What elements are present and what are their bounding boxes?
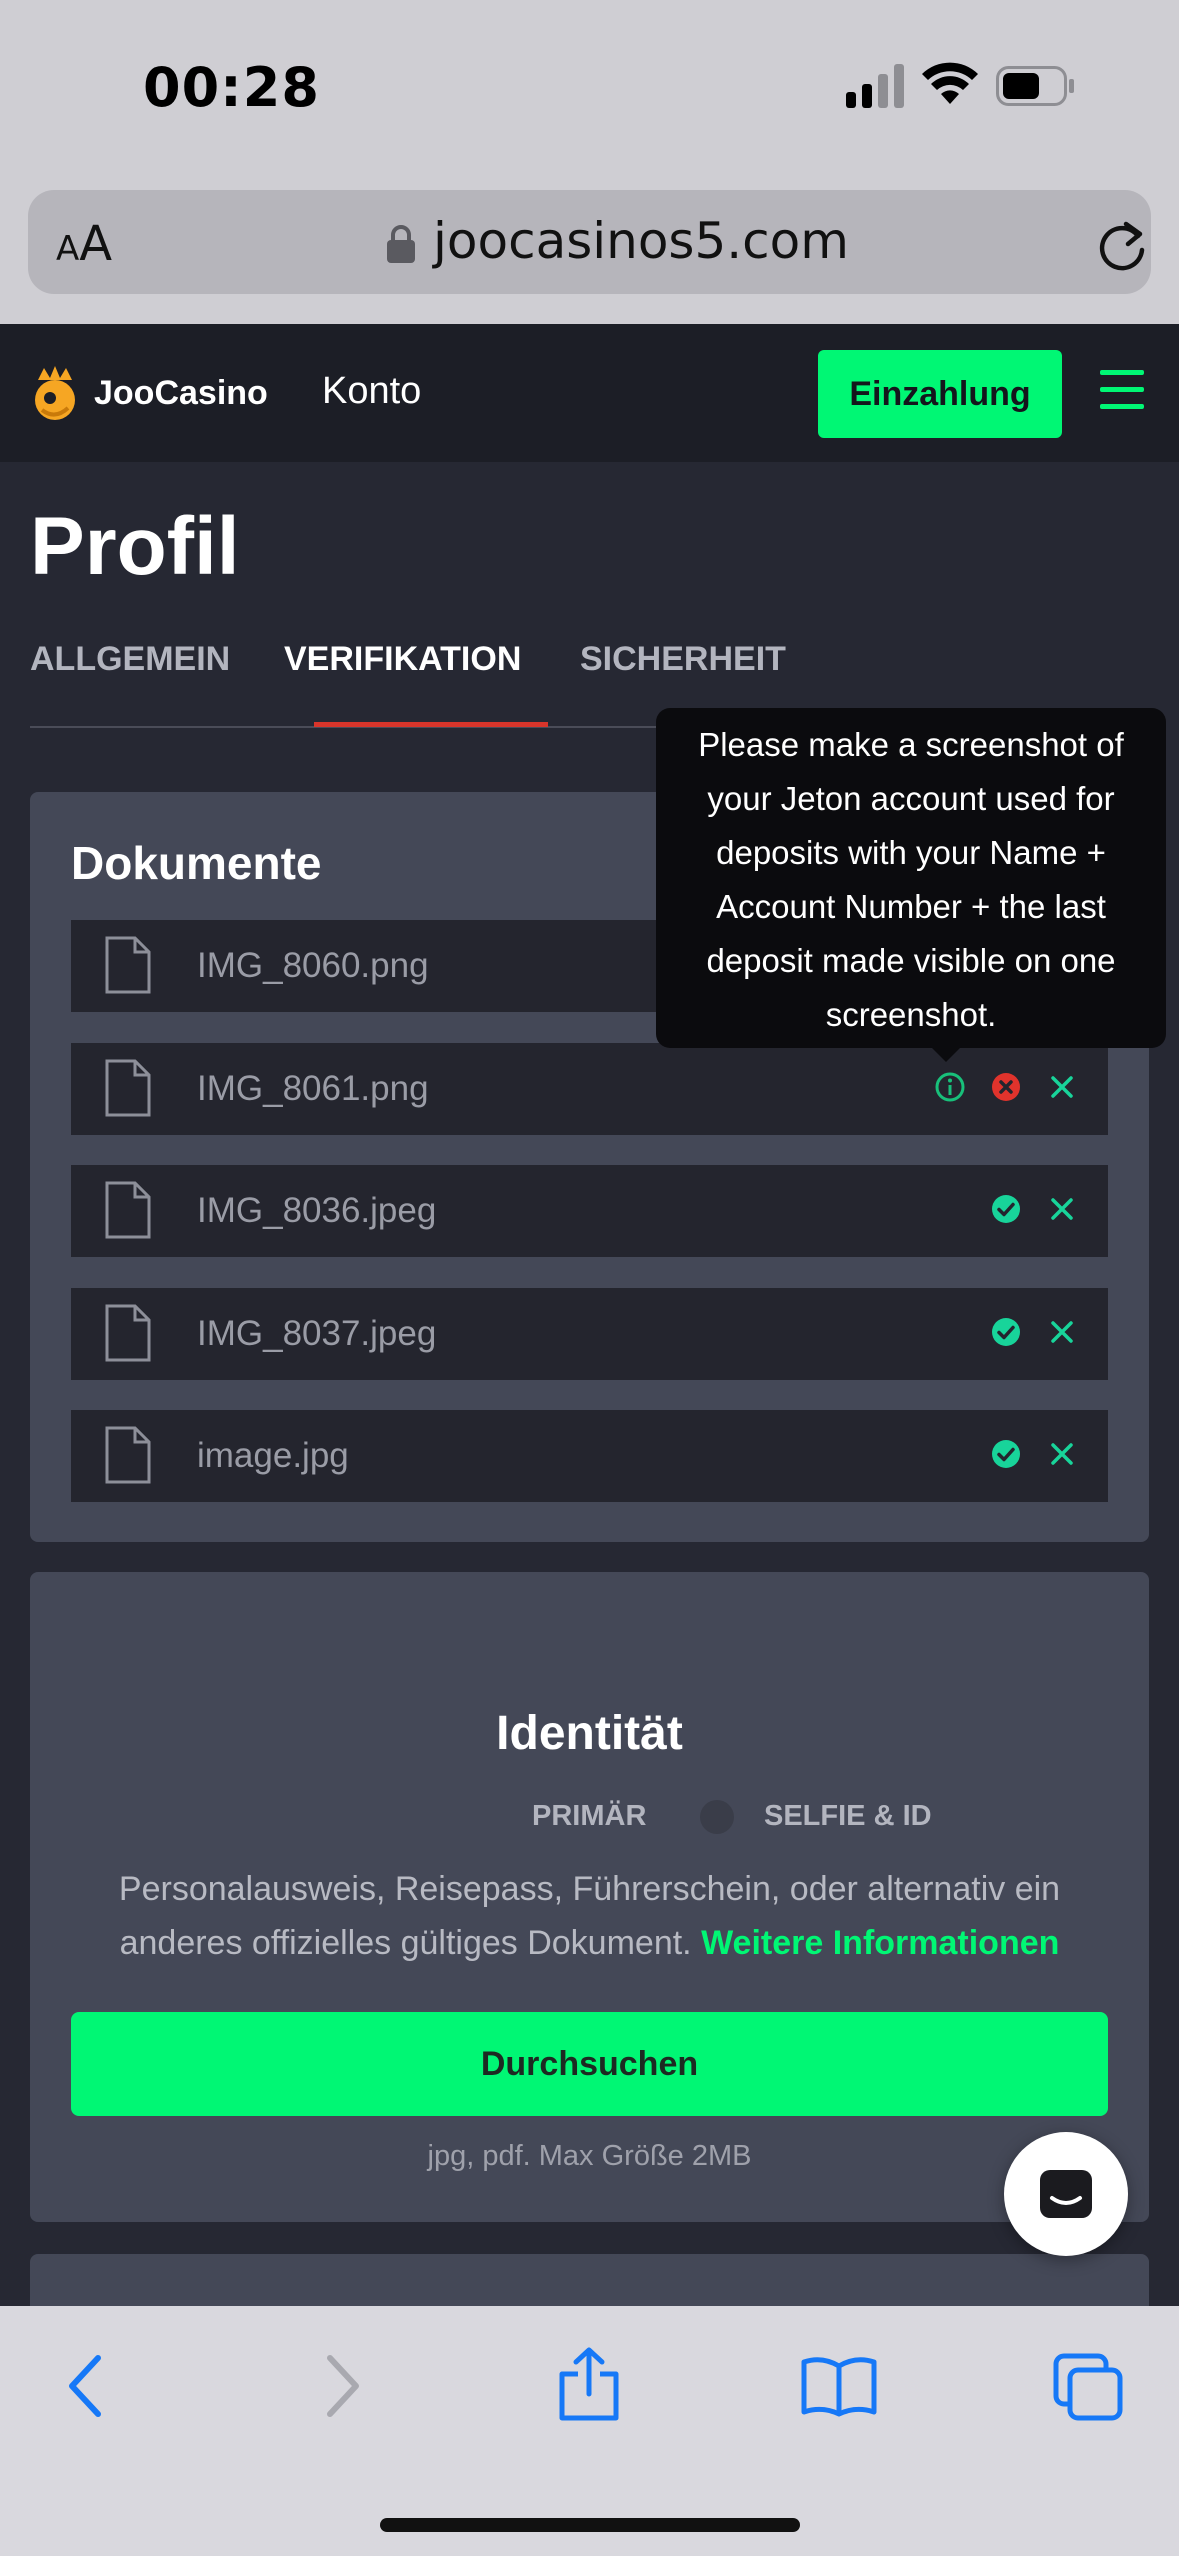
tooltip-line: deposit made visible on one bbox=[706, 942, 1116, 979]
check-circle-icon bbox=[992, 1440, 1020, 1468]
document-name: IMG_8036.jpeg bbox=[197, 1191, 437, 1230]
check-circle-icon bbox=[992, 1318, 1020, 1346]
browser-toolbar: AA joocasinos5.com bbox=[0, 186, 1179, 324]
more-info-link[interactable]: Weitere Informationen bbox=[701, 1924, 1059, 1962]
text-size-button[interactable]: AA bbox=[56, 216, 112, 272]
document-row: IMG_8036.jpeg bbox=[71, 1165, 1108, 1257]
tooltip-line: Please make a screenshot of bbox=[698, 726, 1124, 763]
bookmarks-icon[interactable] bbox=[800, 2354, 878, 2418]
file-icon bbox=[105, 1304, 151, 1362]
document-name: image.jpg bbox=[197, 1436, 349, 1475]
site-header: JooCasino Konto Einzahlung bbox=[0, 324, 1179, 462]
close-icon[interactable] bbox=[1046, 1316, 1078, 1348]
x-circle-icon bbox=[992, 1073, 1020, 1101]
share-icon[interactable] bbox=[556, 2346, 622, 2422]
check-circle-icon bbox=[992, 1195, 1020, 1223]
page-title: Profil bbox=[30, 501, 240, 592]
close-icon[interactable] bbox=[1046, 1193, 1078, 1225]
document-name: IMG_8061.png bbox=[197, 1069, 429, 1108]
tooltip-line: screenshot. bbox=[825, 996, 997, 1033]
tooltip-arrow bbox=[930, 1046, 962, 1062]
url-text[interactable]: joocasinos5.com bbox=[433, 212, 849, 270]
file-icon bbox=[105, 1181, 151, 1239]
documents-title: Dokumente bbox=[71, 837, 322, 889]
forward-icon[interactable] bbox=[322, 2354, 362, 2418]
tabs-icon[interactable] bbox=[1052, 2352, 1124, 2422]
tab-selfie-id[interactable]: SELFIE & ID bbox=[764, 1800, 932, 1833]
browse-button[interactable]: Durchsuchen bbox=[71, 2012, 1108, 2116]
file-icon bbox=[105, 936, 151, 994]
lock-icon bbox=[387, 225, 415, 263]
document-name: IMG_8037.jpeg bbox=[197, 1314, 437, 1353]
back-icon[interactable] bbox=[66, 2354, 106, 2418]
tab-toggle-dot[interactable] bbox=[700, 1800, 734, 1834]
identity-description: Personalausweis, Reisepass, Führerschein… bbox=[118, 1870, 1061, 1962]
document-row: IMG_8037.jpeg bbox=[71, 1288, 1108, 1380]
tooltip-line: deposits with your Name + bbox=[716, 834, 1106, 871]
identity-card: Identität PRIMÄR SELFIE & ID Personalaus… bbox=[30, 1572, 1149, 2222]
tab-sicherheit[interactable]: SICHERHEIT bbox=[580, 640, 786, 679]
info-tooltip: Please make a screenshot of your Jeton a… bbox=[656, 708, 1166, 1048]
status-time: 00:28 bbox=[143, 56, 320, 119]
menu-icon[interactable] bbox=[1100, 370, 1144, 410]
reload-icon[interactable] bbox=[1094, 214, 1150, 272]
file-icon bbox=[105, 1426, 151, 1484]
document-name: IMG_8060.png bbox=[197, 946, 429, 985]
cellular-signal-icon bbox=[846, 64, 904, 108]
close-icon[interactable] bbox=[1046, 1071, 1078, 1103]
tab-allgemein[interactable]: ALLGEMEIN bbox=[30, 640, 230, 679]
battery-icon bbox=[996, 66, 1074, 106]
file-hint: jpg, pdf. Max Größe 2MB bbox=[427, 2140, 752, 2172]
close-icon[interactable] bbox=[1046, 1438, 1078, 1470]
logo-text[interactable]: JooCasino bbox=[94, 374, 268, 413]
tooltip-line: your Jeton account used for bbox=[707, 780, 1115, 817]
home-indicator[interactable] bbox=[380, 2518, 800, 2532]
chat-icon bbox=[1040, 2170, 1092, 2218]
active-tab-indicator bbox=[314, 722, 548, 727]
wifi-icon bbox=[922, 62, 978, 104]
tab-primary[interactable]: PRIMÄR bbox=[532, 1800, 646, 1833]
browser-bottom-toolbar bbox=[0, 2306, 1179, 2556]
identity-tabs: PRIMÄR SELFIE & ID bbox=[30, 1800, 1149, 1840]
identity-title: Identität bbox=[496, 1707, 683, 1760]
document-row: image.jpg bbox=[71, 1410, 1108, 1502]
address-bar[interactable]: AA joocasinos5.com bbox=[28, 190, 1151, 294]
info-icon[interactable] bbox=[934, 1071, 966, 1103]
header-section-title: Konto bbox=[322, 370, 422, 412]
tab-verifikation[interactable]: VERIFIKATION bbox=[284, 640, 521, 679]
tooltip-line: Account Number + the last bbox=[716, 888, 1106, 925]
file-icon bbox=[105, 1059, 151, 1117]
status-bar: 00:28 bbox=[0, 0, 1179, 186]
chat-button[interactable] bbox=[1004, 2132, 1128, 2256]
deposit-button[interactable]: Einzahlung bbox=[818, 350, 1062, 438]
joocasino-logo-icon[interactable] bbox=[28, 364, 82, 422]
